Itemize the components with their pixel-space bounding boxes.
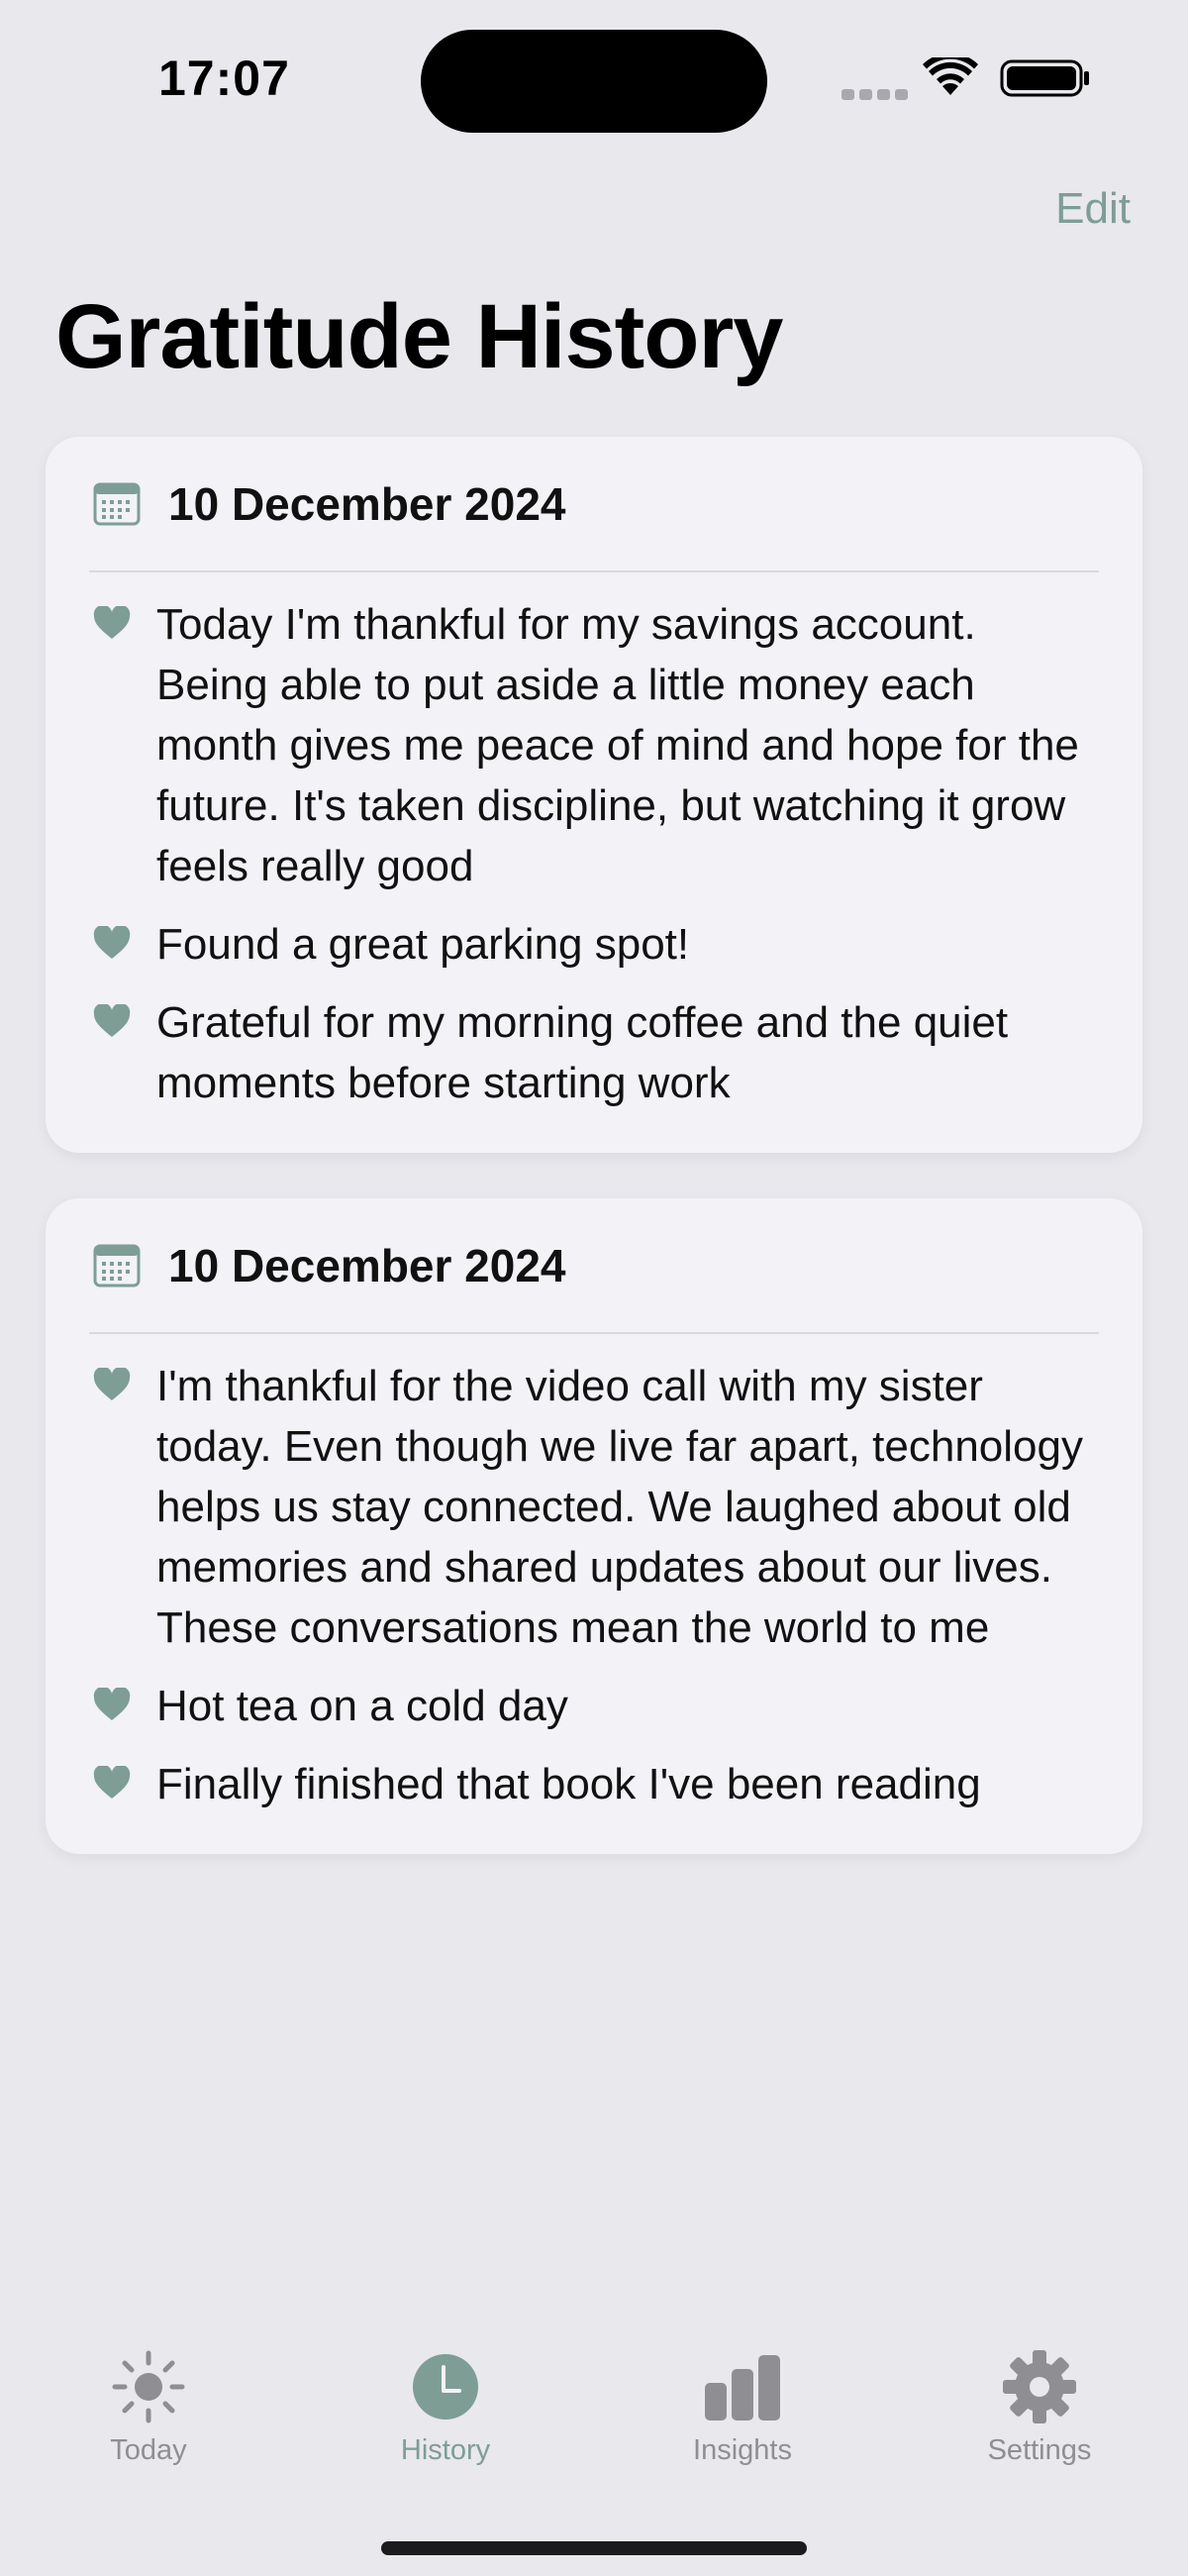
entry-header: 10 December 2024	[89, 437, 1099, 572]
wifi-icon	[923, 57, 978, 95]
status-bar: 17:07	[0, 0, 1188, 149]
entry-date: 10 December 2024	[168, 477, 566, 530]
gratitude-text: Finally finished that book I've been rea…	[156, 1760, 981, 1808]
tab-insights[interactable]: Insights	[594, 2347, 891, 2496]
heart-icon	[93, 926, 131, 959]
entries-list: 10 December 2024 Today I'm thankful for …	[46, 437, 1142, 1900]
entry-date: 10 December 2024	[168, 1239, 566, 1291]
gratitude-item: I'm thankful for the video call with my …	[89, 1356, 1099, 1658]
entry-header: 10 December 2024	[89, 1198, 1099, 1334]
heart-icon	[93, 1688, 131, 1720]
gratitude-item: Found a great parking spot!	[89, 914, 1099, 975]
heart-icon	[93, 1368, 131, 1400]
cellular-signal-icon	[842, 87, 913, 105]
gratitude-text: Found a great parking spot!	[156, 920, 690, 969]
tab-bar: Today History Insights Settings	[0, 2347, 1188, 2496]
tab-settings[interactable]: Settings	[891, 2347, 1188, 2496]
calendar-icon	[93, 482, 141, 525]
sun-icon	[112, 2350, 185, 2423]
gratitude-text: Today I'm thankful for my savings accoun…	[156, 600, 1079, 890]
gratitude-text: Grateful for my morning coffee and the q…	[156, 998, 1009, 1107]
heart-icon	[93, 1004, 131, 1037]
tab-label: Insights	[693, 2434, 792, 2466]
gratitude-text: I'm thankful for the video call with my …	[156, 1362, 1083, 1652]
heart-icon	[93, 1766, 131, 1799]
calendar-icon	[93, 1244, 141, 1287]
edit-button[interactable]: Edit	[1055, 184, 1131, 234]
dynamic-island	[421, 30, 767, 133]
status-icons	[842, 57, 1089, 100]
tab-history[interactable]: History	[297, 2347, 594, 2496]
tab-label: Today	[110, 2434, 187, 2466]
clock-icon	[413, 2354, 478, 2420]
bar-chart-icon	[705, 2355, 780, 2421]
gratitude-item: Today I'm thankful for my savings accoun…	[89, 594, 1099, 896]
tab-today[interactable]: Today	[0, 2347, 297, 2496]
gratitude-item: Finally finished that book I've been rea…	[89, 1754, 1099, 1814]
entry-card[interactable]: 10 December 2024 I'm thankful for the vi…	[46, 1198, 1142, 1854]
gratitude-text: Hot tea on a cold day	[156, 1682, 568, 1730]
battery-icon	[1000, 59, 1089, 97]
entry-items: I'm thankful for the video call with my …	[89, 1334, 1099, 1814]
tab-label: History	[400, 2434, 491, 2466]
gratitude-item: Hot tea on a cold day	[89, 1676, 1099, 1736]
entry-items: Today I'm thankful for my savings accoun…	[89, 572, 1099, 1113]
entry-card[interactable]: 10 December 2024 Today I'm thankful for …	[46, 437, 1142, 1153]
home-indicator[interactable]	[381, 2541, 807, 2555]
status-time: 17:07	[158, 51, 290, 106]
gratitude-item: Grateful for my morning coffee and the q…	[89, 992, 1099, 1113]
page-title: Gratitude History	[55, 286, 783, 387]
tab-label: Settings	[987, 2434, 1092, 2466]
heart-icon	[93, 606, 131, 639]
gear-icon	[1003, 2350, 1076, 2423]
